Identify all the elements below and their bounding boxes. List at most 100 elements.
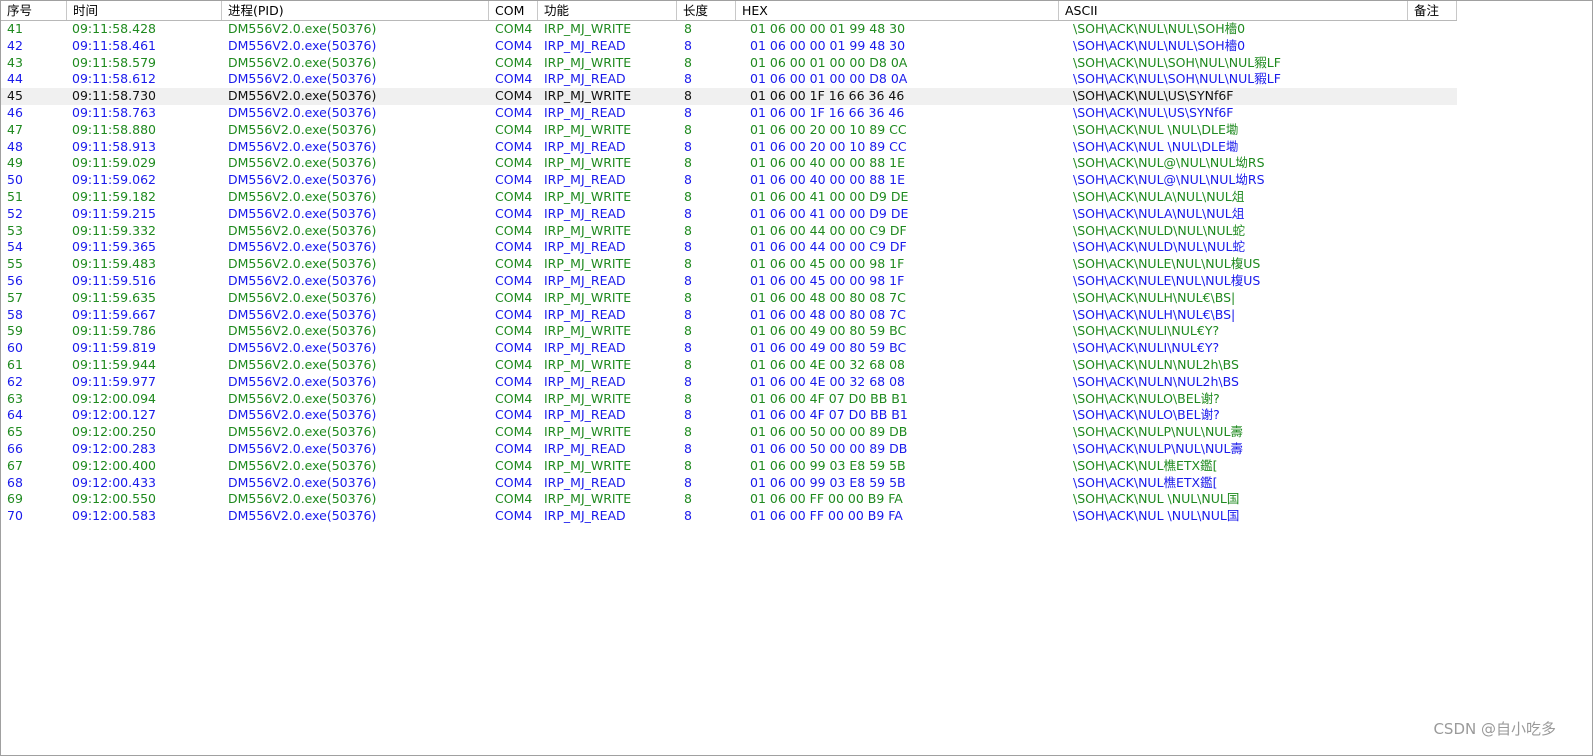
table-row[interactable]: 45 09:11:58.730 DM556V2.0.exe(50376) COM4 IR… xyxy=(1,88,1457,105)
cell-process: DM556V2.0.exe(50376) xyxy=(228,172,377,188)
table-row[interactable]: 44 09:11:58.612 DM556V2.0.exe(50376) COM4 IR… xyxy=(1,71,1457,88)
table-row[interactable]: 68 09:12:00.433 DM556V2.0.exe(50376) COM4 IR… xyxy=(1,475,1457,492)
cell-seq: 63 xyxy=(7,390,23,406)
table-row[interactable]: 43 09:11:58.579 DM556V2.0.exe(50376) COM4 IR… xyxy=(1,55,1457,72)
header-seq[interactable]: 序号 xyxy=(1,1,67,20)
table-row[interactable]: 48 09:11:58.913 DM556V2.0.exe(50376) COM4 IR… xyxy=(1,139,1457,156)
cell-time: 09:11:59.977 xyxy=(72,373,156,389)
table-row[interactable]: 47 09:11:58.880 DM556V2.0.exe(50376) COM4 IR… xyxy=(1,122,1457,139)
table-row[interactable]: 51 09:11:59.182 DM556V2.0.exe(50376) COM4 IR… xyxy=(1,189,1457,206)
table-row[interactable]: 65 09:12:00.250 DM556V2.0.exe(50376) COM4 IR… xyxy=(1,424,1457,441)
cell-seq: 69 xyxy=(7,491,23,507)
cell-com: COM4 xyxy=(495,104,533,120)
cell-time: 09:11:59.516 xyxy=(72,272,156,288)
table-row[interactable]: 58 09:11:59.667 DM556V2.0.exe(50376) COM4 IR… xyxy=(1,307,1457,324)
cell-function: IRP_MJ_WRITE xyxy=(544,88,632,104)
cell-seq: 41 xyxy=(7,21,23,36)
cell-length: 8 xyxy=(684,457,692,473)
header-hex[interactable]: HEX xyxy=(736,1,1059,20)
table-row[interactable]: 56 09:11:59.516 DM556V2.0.exe(50376) COM4 IR… xyxy=(1,273,1457,290)
table-row[interactable]: 62 09:11:59.977 DM556V2.0.exe(50376) COM4 IR… xyxy=(1,374,1457,391)
cell-hex: 01 06 00 40 00 00 88 1E xyxy=(750,155,906,171)
cell-seq: 49 xyxy=(7,155,23,171)
table-row[interactable]: 61 09:11:59.944 DM556V2.0.exe(50376) COM4 IR… xyxy=(1,357,1457,374)
cell-hex: 01 06 00 50 00 00 89 DB xyxy=(750,424,908,440)
cell-function: IRP_MJ_READ xyxy=(544,172,626,188)
cell-length: 8 xyxy=(684,71,692,87)
cell-length: 8 xyxy=(684,272,692,288)
cell-time: 09:11:59.635 xyxy=(72,289,156,305)
cell-hex: 01 06 00 50 00 00 89 DB xyxy=(750,440,908,456)
cell-seq: 54 xyxy=(7,239,23,255)
cell-process: DM556V2.0.exe(50376) xyxy=(228,54,377,70)
cell-function: IRP_MJ_WRITE xyxy=(544,424,632,440)
cell-com: COM4 xyxy=(495,272,533,288)
cell-seq: 62 xyxy=(7,373,23,389)
header-com[interactable]: COM xyxy=(489,1,538,20)
table-row[interactable]: 59 09:11:59.786 DM556V2.0.exe(50376) COM4 IR… xyxy=(1,323,1457,340)
cell-hex: 01 06 00 48 00 80 08 7C xyxy=(750,306,906,322)
cell-time: 09:12:00.250 xyxy=(72,424,156,440)
table-row[interactable]: 70 09:12:00.583 DM556V2.0.exe(50376) COM4 IR… xyxy=(1,508,1457,525)
cell-process: DM556V2.0.exe(50376) xyxy=(228,205,377,221)
header-time[interactable]: 时间 xyxy=(67,1,222,20)
cell-process: DM556V2.0.exe(50376) xyxy=(228,407,377,423)
cell-function: IRP_MJ_WRITE xyxy=(544,222,632,238)
cell-seq: 59 xyxy=(7,323,23,339)
header-function[interactable]: 功能 xyxy=(538,1,677,20)
cell-ascii: \SOH\ACK\NUL \NUL\DLE墈 xyxy=(1073,138,1239,154)
cell-time: 09:11:58.730 xyxy=(72,88,156,104)
table-row[interactable]: 69 09:12:00.550 DM556V2.0.exe(50376) COM4 IR… xyxy=(1,491,1457,508)
table-row[interactable]: 60 09:11:59.819 DM556V2.0.exe(50376) COM4 IR… xyxy=(1,340,1457,357)
cell-process: DM556V2.0.exe(50376) xyxy=(228,88,377,104)
table-row[interactable]: 52 09:11:59.215 DM556V2.0.exe(50376) COM4 IR… xyxy=(1,206,1457,223)
table-row[interactable]: 57 09:11:59.635 DM556V2.0.exe(50376) COM4 IR… xyxy=(1,290,1457,307)
cell-com: COM4 xyxy=(495,172,533,188)
cell-function: IRP_MJ_READ xyxy=(544,373,626,389)
header-note[interactable]: 备注 xyxy=(1408,1,1457,20)
cell-process: DM556V2.0.exe(50376) xyxy=(228,323,377,339)
cell-function: IRP_MJ_WRITE xyxy=(544,21,632,36)
cell-process: DM556V2.0.exe(50376) xyxy=(228,440,377,456)
cell-hex: 01 06 00 41 00 00 D9 DE xyxy=(750,205,909,221)
table-row[interactable]: 53 09:11:59.332 DM556V2.0.exe(50376) COM4 IR… xyxy=(1,223,1457,240)
header-process[interactable]: 进程(PID) xyxy=(222,1,489,20)
cell-time: 09:12:00.433 xyxy=(72,474,156,490)
table-row[interactable]: 54 09:11:59.365 DM556V2.0.exe(50376) COM4 IR… xyxy=(1,239,1457,256)
cell-com: COM4 xyxy=(495,222,533,238)
cell-function: IRP_MJ_READ xyxy=(544,239,626,255)
header-length[interactable]: 长度 xyxy=(677,1,736,20)
cell-length: 8 xyxy=(684,222,692,238)
table-row[interactable]: 55 09:11:59.483 DM556V2.0.exe(50376) COM4 IR… xyxy=(1,256,1457,273)
cell-seq: 60 xyxy=(7,340,23,356)
cell-seq: 70 xyxy=(7,508,23,524)
cell-hex: 01 06 00 40 00 00 88 1E xyxy=(750,172,906,188)
table-row[interactable]: 49 09:11:59.029 DM556V2.0.exe(50376) COM4 IR… xyxy=(1,155,1457,172)
cell-time: 09:11:59.819 xyxy=(72,340,156,356)
cell-seq: 51 xyxy=(7,188,23,204)
cell-com: COM4 xyxy=(495,138,533,154)
cell-time: 09:12:00.400 xyxy=(72,457,156,473)
cell-ascii: \SOH\ACK\NULP\NUL\NUL壽 xyxy=(1073,440,1243,456)
table-row[interactable]: 42 09:11:58.461 DM556V2.0.exe(50376) COM4 IR… xyxy=(1,38,1457,55)
cell-process: DM556V2.0.exe(50376) xyxy=(228,239,377,255)
cell-com: COM4 xyxy=(495,474,533,490)
cell-com: COM4 xyxy=(495,340,533,356)
cell-process: DM556V2.0.exe(50376) xyxy=(228,356,377,372)
cell-time: 09:11:59.944 xyxy=(72,356,156,372)
table-row[interactable]: 50 09:11:59.062 DM556V2.0.exe(50376) COM4 IR… xyxy=(1,172,1457,189)
table-row[interactable]: 46 09:11:58.763 DM556V2.0.exe(50376) COM4 IR… xyxy=(1,105,1457,122)
cell-length: 8 xyxy=(684,340,692,356)
table-row[interactable]: 41 09:11:58.428 DM556V2.0.exe(50376) COM4 IR… xyxy=(1,21,1457,38)
cell-com: COM4 xyxy=(495,306,533,322)
header-ascii[interactable]: ASCII xyxy=(1059,1,1408,20)
table-row[interactable]: 66 09:12:00.283 DM556V2.0.exe(50376) COM4 IR… xyxy=(1,441,1457,458)
cell-time: 09:12:00.583 xyxy=(72,508,156,524)
cell-process: DM556V2.0.exe(50376) xyxy=(228,508,377,524)
cell-time: 09:11:59.182 xyxy=(72,188,156,204)
cell-hex: 01 06 00 FF 00 00 B9 FA xyxy=(750,508,903,524)
cell-process: DM556V2.0.exe(50376) xyxy=(228,474,377,490)
table-row[interactable]: 67 09:12:00.400 DM556V2.0.exe(50376) COM4 IR… xyxy=(1,458,1457,475)
table-row[interactable]: 64 09:12:00.127 DM556V2.0.exe(50376) COM4 IR… xyxy=(1,407,1457,424)
table-row[interactable]: 63 09:12:00.094 DM556V2.0.exe(50376) COM4 IR… xyxy=(1,391,1457,408)
